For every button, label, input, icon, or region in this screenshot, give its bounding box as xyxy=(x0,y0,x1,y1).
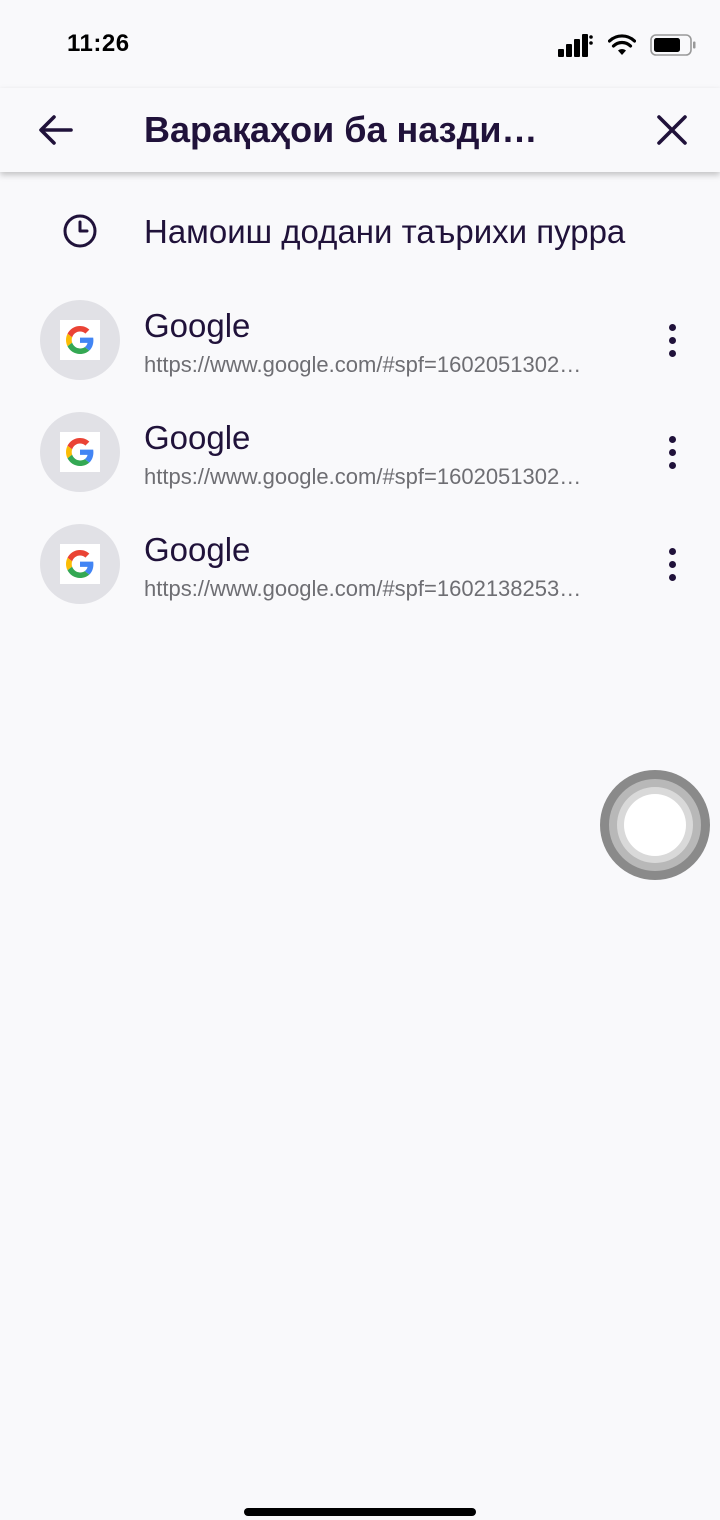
battery-icon xyxy=(650,34,696,56)
tab-title: Google xyxy=(144,307,251,344)
tab-title: Google xyxy=(144,419,251,456)
tab-url: https://www.google.com/#spf=1602138253… xyxy=(144,576,582,601)
more-vertical-icon xyxy=(668,323,676,331)
more-options-button[interactable] xyxy=(652,540,692,588)
google-favicon-icon xyxy=(60,320,100,360)
toolbar: Варақаҳои ба назди… xyxy=(0,88,720,172)
tab-title: Google xyxy=(144,531,251,568)
status-time: 11:26 xyxy=(67,30,130,57)
more-options-button[interactable] xyxy=(652,316,692,364)
list-item[interactable]: Google https://www.google.com/#spf=16021… xyxy=(0,508,720,620)
favicon xyxy=(40,524,120,604)
status-icons xyxy=(558,30,696,60)
back-button[interactable] xyxy=(26,100,86,160)
google-favicon-icon xyxy=(60,432,100,472)
more-vertical-icon xyxy=(668,435,676,443)
favicon xyxy=(40,300,120,380)
status-bar: 11:26 xyxy=(0,0,720,88)
list-item[interactable]: Google https://www.google.com/#spf=16020… xyxy=(0,284,720,396)
favicon xyxy=(40,412,120,492)
google-favicon-icon xyxy=(60,544,100,584)
list-item[interactable]: Google https://www.google.com/#spf=16020… xyxy=(0,396,720,508)
close-icon xyxy=(657,115,687,145)
more-vertical-icon xyxy=(668,547,676,555)
assistive-touch-icon xyxy=(624,794,686,856)
screen: 11:26 Варақаҳои ба назди… Намоиш додани … xyxy=(0,0,720,1520)
clock-icon xyxy=(63,214,97,248)
closed-tabs-list: Google https://www.google.com/#spf=16020… xyxy=(0,284,720,620)
home-indicator[interactable] xyxy=(244,1508,476,1516)
tab-url: https://www.google.com/#spf=1602051302… xyxy=(144,464,582,489)
arrow-left-icon xyxy=(39,115,73,145)
signal-icon xyxy=(558,34,593,57)
assistive-touch-button[interactable] xyxy=(600,770,710,880)
wifi-icon xyxy=(608,34,636,55)
close-button[interactable] xyxy=(642,100,702,160)
tab-url: https://www.google.com/#spf=1602051302… xyxy=(144,352,582,377)
show-full-history-button[interactable]: Намоиш додани таърихи пурра xyxy=(0,190,720,274)
show-full-history-label: Намоиш додани таърихи пурра xyxy=(144,213,626,250)
page-title: Варақаҳои ба назди… xyxy=(144,109,538,150)
more-options-button[interactable] xyxy=(652,428,692,476)
